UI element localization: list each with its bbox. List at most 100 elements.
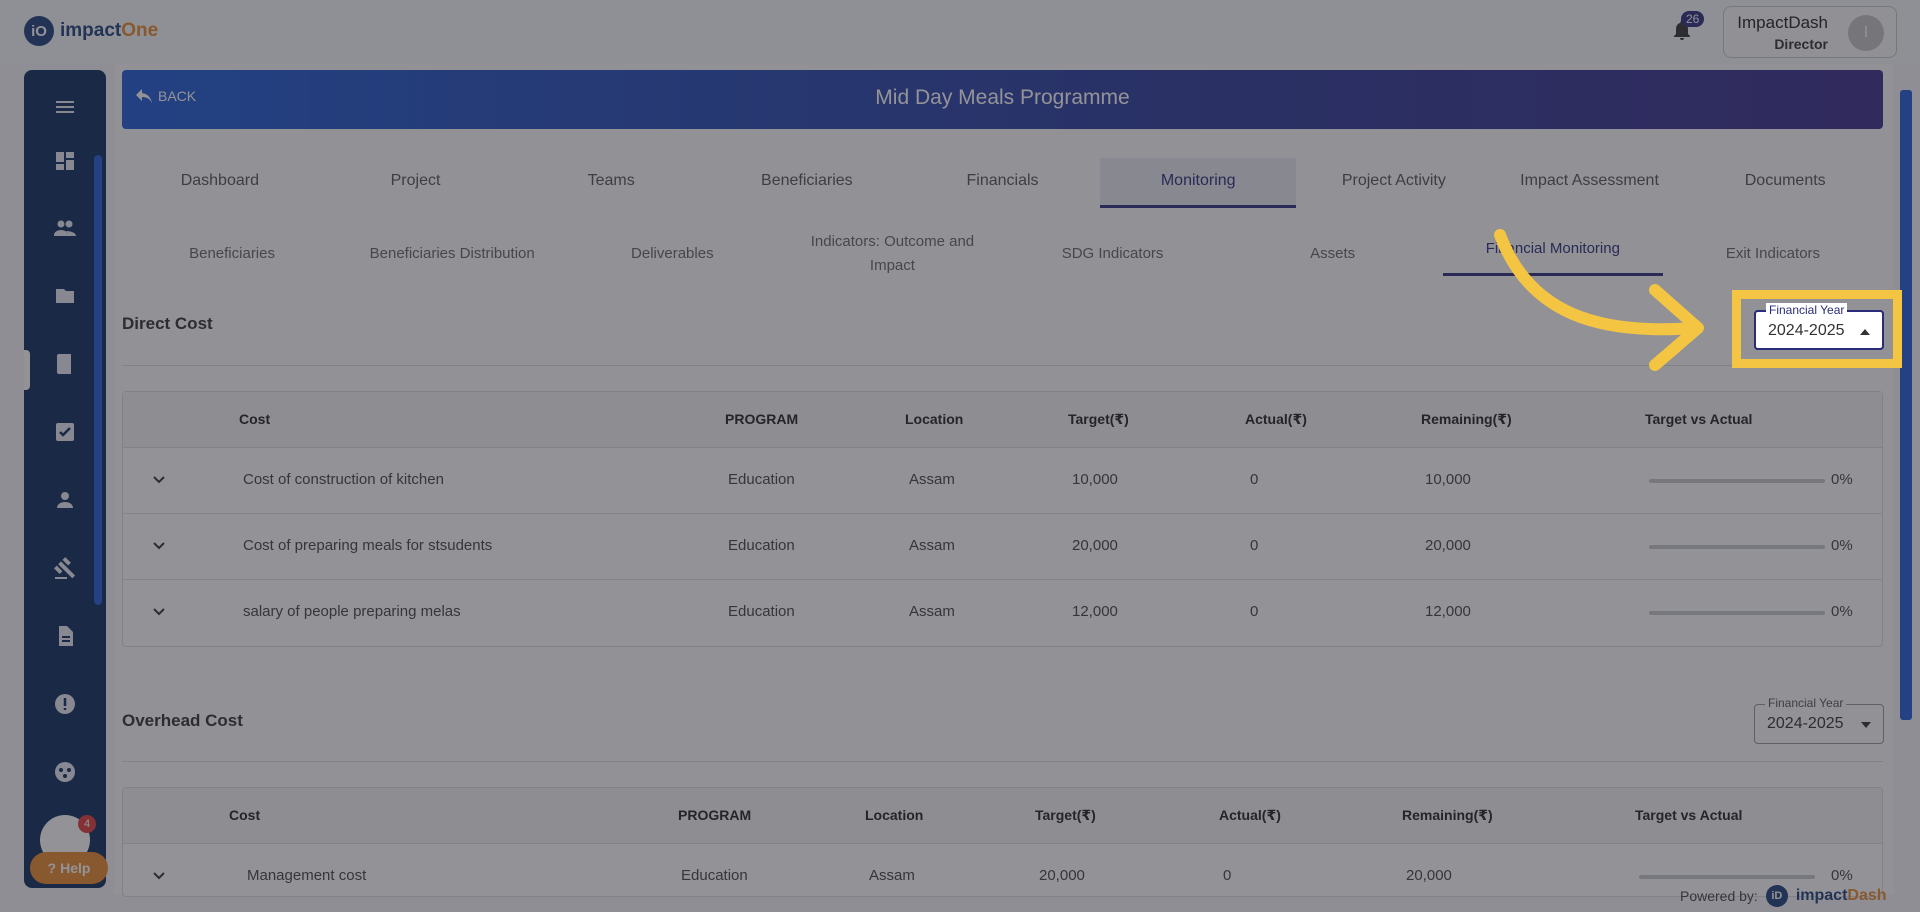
app-logo[interactable]: iO impactOne (24, 16, 158, 46)
page-title: Mid Day Meals Programme (875, 86, 1130, 109)
progress-label: 0% (1831, 537, 1853, 554)
page-scrollbar[interactable] (1898, 76, 1914, 886)
menu-icon[interactable] (50, 92, 80, 122)
col-remaining: Remaining(₹) (1421, 411, 1512, 427)
tutorial-arrow-icon (1494, 229, 1704, 371)
scroll-thumb[interactable] (1900, 90, 1912, 720)
cell-program: Education (728, 537, 795, 554)
cell-actual: 0 (1250, 603, 1259, 620)
cell-actual: 0 (1250, 537, 1259, 554)
table-header: Cost PROGRAM Location Target(₹) Actual(₹… (123, 788, 1882, 844)
col-location: Location (865, 807, 924, 823)
cell-program: Education (728, 471, 795, 488)
subtab-beneficiaries-distribution[interactable]: Beneficiaries Distribution (342, 224, 562, 284)
overhead-cost-fy-select[interactable]: Financial Year 2024-2025 (1754, 696, 1884, 744)
chevron-down-icon[interactable] (149, 536, 169, 556)
subtab-beneficiaries[interactable]: Beneficiaries (122, 224, 342, 284)
cell-remaining: 20,000 (1425, 537, 1471, 554)
cell-cost: Cost of preparing meals for stsudents (243, 537, 493, 554)
person-icon[interactable] (50, 485, 80, 515)
chevron-down-icon[interactable] (149, 470, 169, 490)
col-cost: Cost (239, 411, 271, 427)
fy-select-label: Financial Year (1765, 696, 1847, 710)
user-role: Director (1774, 36, 1828, 52)
dashboard-icon[interactable] (50, 146, 80, 176)
tab-documents[interactable]: Documents (1687, 158, 1883, 208)
folder-icon[interactable] (50, 281, 80, 311)
powered-by: Powered by: iD impactDash (1680, 885, 1887, 907)
col-cost: Cost (229, 807, 261, 823)
col-remaining: Remaining(₹) (1402, 807, 1493, 823)
col-location: Location (905, 411, 964, 427)
table-row[interactable]: Cost of preparing meals for stsudents Ed… (123, 514, 1882, 580)
tab-project[interactable]: Project (318, 158, 514, 208)
footer-brand: impactDash (1796, 887, 1887, 905)
logo-text-part2: One (121, 20, 159, 41)
top-bar: iO impactOne 26 ImpactDash Director I (0, 0, 1920, 64)
main-content: BACK Mid Day Meals Programme Dashboard P… (114, 64, 1894, 897)
powered-label: Powered by: (1680, 888, 1758, 904)
subtab-assets[interactable]: Assets (1223, 224, 1443, 284)
assistant-badge: 4 (78, 815, 96, 833)
tab-monitoring[interactable]: Monitoring (1100, 158, 1297, 208)
col-actual: Actual(₹) (1245, 411, 1307, 427)
footer-brand-part2: Dash (1847, 887, 1887, 904)
footer-brand-part1: impact (1795, 887, 1848, 904)
cell-target: 20,000 (1072, 537, 1118, 554)
overhead-cost-title: Overhead Cost (122, 711, 243, 730)
tab-beneficiaries[interactable]: Beneficiaries (709, 158, 905, 208)
subtab-deliverables[interactable]: Deliverables (562, 224, 782, 284)
sidebar-scrollbar[interactable] (94, 155, 102, 605)
chevron-down-icon[interactable] (149, 866, 169, 886)
logo-text-part1: impact (60, 20, 122, 41)
table-row[interactable]: Management cost Education Assam 20,000 0… (123, 844, 1882, 896)
cell-cost: Management cost (247, 867, 367, 884)
fy-select-value: 2024-2025 (1767, 715, 1844, 732)
caret-down-icon (1861, 722, 1871, 728)
cell-program: Education (728, 603, 795, 620)
table-row[interactable]: Cost of construction of kitchen Educatio… (123, 448, 1882, 514)
subtab-indicators-outcome-impact[interactable]: Indicators: Outcome and Impact (782, 224, 1002, 284)
alert-icon[interactable] (50, 689, 80, 719)
tab-teams[interactable]: Teams (513, 158, 709, 208)
cell-target: 20,000 (1039, 867, 1085, 884)
cell-location: Assam (909, 537, 955, 554)
progress-bar (1649, 545, 1825, 549)
progress-bar (1639, 875, 1815, 879)
network-icon[interactable] (50, 757, 80, 787)
checkbox-icon[interactable] (50, 417, 80, 447)
col-target: Target(₹) (1068, 411, 1129, 427)
tab-financials[interactable]: Financials (905, 158, 1101, 208)
progress-label: 0% (1831, 471, 1853, 488)
avatar: I (1848, 15, 1884, 51)
footer-logo-mark: iD (1765, 885, 1788, 907)
cell-cost: Cost of construction of kitchen (243, 471, 444, 488)
cell-actual: 0 (1250, 471, 1259, 488)
cell-actual: 0 (1223, 867, 1232, 884)
user-profile-menu[interactable]: ImpactDash Director I (1723, 6, 1897, 58)
cell-target: 12,000 (1072, 603, 1118, 620)
col-target: Target(₹) (1035, 807, 1096, 823)
cell-target: 10,000 (1072, 471, 1118, 488)
help-label: Help (60, 860, 91, 876)
document-icon[interactable] (50, 621, 80, 651)
cell-location: Assam (869, 867, 915, 884)
logo-text: impactOne (60, 20, 158, 42)
table-row[interactable]: salary of people preparing melas Educati… (123, 580, 1882, 646)
users-icon[interactable] (50, 213, 80, 243)
user-name: ImpactDash (1737, 13, 1828, 32)
cell-remaining: 12,000 (1425, 603, 1471, 620)
tab-project-activity[interactable]: Project Activity (1296, 158, 1492, 208)
book-icon[interactable] (50, 349, 80, 379)
sidebar-active-indicator (24, 350, 30, 390)
cell-program: Education (681, 867, 748, 884)
gavel-icon[interactable] (50, 553, 80, 583)
chevron-down-icon[interactable] (149, 602, 169, 622)
tab-impact-assessment[interactable]: Impact Assessment (1492, 158, 1688, 208)
subtab-sdg-indicators[interactable]: SDG Indicators (1003, 224, 1223, 284)
help-button[interactable]: ? Help (30, 852, 108, 884)
col-actual: Actual(₹) (1219, 807, 1281, 823)
tab-dashboard[interactable]: Dashboard (122, 158, 318, 208)
direct-cost-title: Direct Cost (122, 314, 213, 333)
logo-mark: iO (24, 16, 54, 46)
